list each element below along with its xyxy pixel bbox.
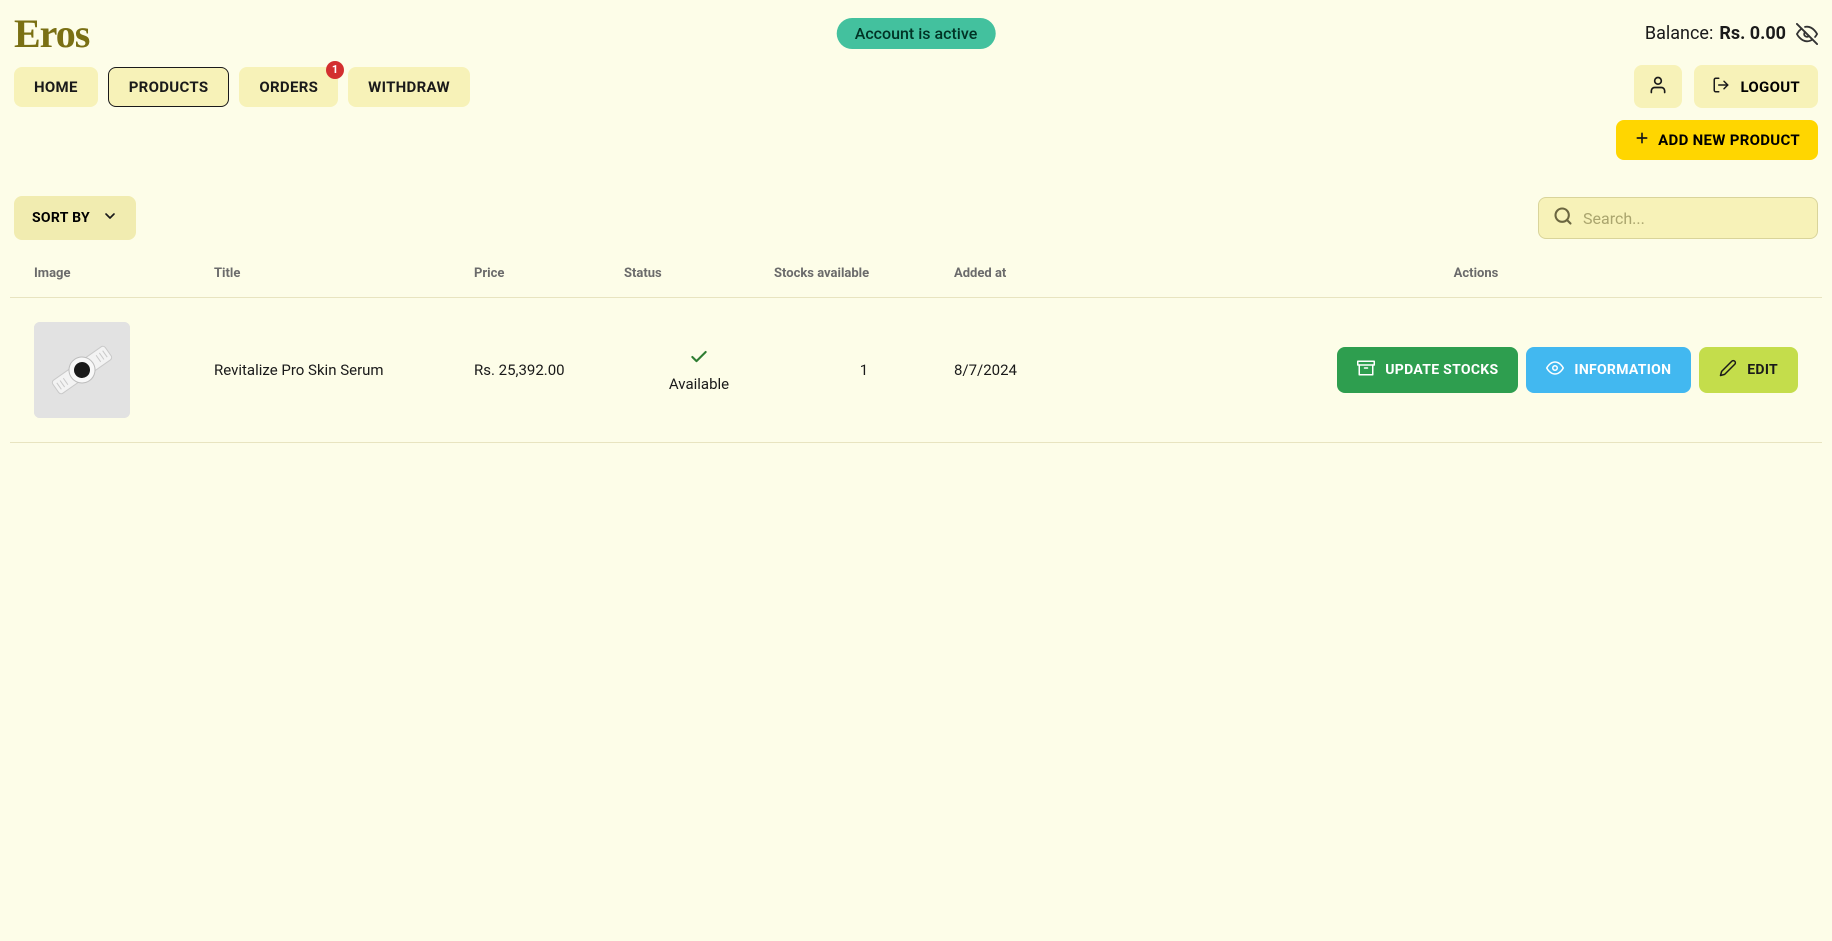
brand-logo: Eros xyxy=(14,10,89,57)
add-new-product-label: ADD NEW PRODUCT xyxy=(1658,131,1800,149)
cell-image xyxy=(34,322,214,418)
controls-row: SORT BY xyxy=(10,196,1822,240)
information-button[interactable]: INFORMATION xyxy=(1526,347,1691,393)
logout-button[interactable]: LOGOUT xyxy=(1694,65,1818,108)
nav-tabs: HOME PRODUCTS ORDERS 1 WITHDRAW xyxy=(14,67,470,107)
th-actions: Actions xyxy=(1154,266,1798,281)
header: Eros Account is active Balance: Rs. 0.00 xyxy=(10,10,1822,57)
update-stocks-button[interactable]: UPDATE STOCKS xyxy=(1337,347,1518,393)
header-actions: LOGOUT xyxy=(1634,65,1818,108)
sort-by-button[interactable]: SORT BY xyxy=(14,196,136,240)
plus-icon xyxy=(1634,130,1650,150)
balance-display: Balance: Rs. 0.00 xyxy=(1645,23,1818,45)
orders-badge: 1 xyxy=(326,61,344,79)
table-header: Image Title Price Status Stocks availabl… xyxy=(10,266,1822,298)
product-thumbnail[interactable] xyxy=(34,322,130,418)
search-input[interactable] xyxy=(1583,209,1803,228)
add-product-row: ADD NEW PRODUCT xyxy=(10,120,1822,160)
cell-status: Available xyxy=(624,347,774,393)
cell-title: Revitalize Pro Skin Serum xyxy=(214,361,474,379)
th-price: Price xyxy=(474,266,624,281)
sort-label: SORT BY xyxy=(32,210,90,226)
eye-off-icon[interactable] xyxy=(1796,23,1818,45)
logout-icon xyxy=(1712,76,1730,98)
tab-orders-label: ORDERS xyxy=(259,78,318,96)
cell-stocks: 1 xyxy=(774,361,954,379)
cell-actions: UPDATE STOCKS INFORMATION EDIT xyxy=(1154,347,1798,393)
user-icon xyxy=(1648,75,1668,98)
th-stocks: Stocks available xyxy=(774,266,954,281)
balance-value: Rs. 0.00 xyxy=(1719,23,1786,44)
cell-added: 8/7/2024 xyxy=(954,361,1154,379)
th-image: Image xyxy=(34,266,214,281)
search-container xyxy=(1538,197,1818,239)
profile-button[interactable] xyxy=(1634,65,1682,108)
chevron-down-icon xyxy=(102,208,118,228)
eye-icon xyxy=(1546,359,1564,381)
top-navigation: HOME PRODUCTS ORDERS 1 WITHDRAW xyxy=(10,65,1822,108)
cell-price: Rs. 25,392.00 xyxy=(474,361,624,379)
th-added: Added at xyxy=(954,266,1154,281)
logout-label: LOGOUT xyxy=(1740,78,1800,96)
edit-button[interactable]: EDIT xyxy=(1699,347,1798,393)
account-status-badge: Account is active xyxy=(837,18,996,49)
tab-orders[interactable]: ORDERS 1 xyxy=(239,67,338,107)
th-status: Status xyxy=(624,266,774,281)
table-row: Revitalize Pro Skin Serum Rs. 25,392.00 … xyxy=(10,298,1822,443)
update-stocks-label: UPDATE STOCKS xyxy=(1385,362,1498,378)
tab-withdraw[interactable]: WITHDRAW xyxy=(348,67,470,107)
search-icon xyxy=(1553,206,1573,230)
information-label: INFORMATION xyxy=(1574,362,1671,378)
check-icon xyxy=(689,347,709,371)
tab-products[interactable]: PRODUCTS xyxy=(108,67,230,107)
th-title: Title xyxy=(214,266,474,281)
tab-home[interactable]: HOME xyxy=(14,67,98,107)
pencil-icon xyxy=(1719,359,1737,381)
balance-label: Balance: xyxy=(1645,23,1713,44)
products-table: Image Title Price Status Stocks availabl… xyxy=(10,266,1822,443)
edit-label: EDIT xyxy=(1747,362,1778,378)
archive-icon xyxy=(1357,359,1375,381)
add-new-product-button[interactable]: ADD NEW PRODUCT xyxy=(1616,120,1818,160)
status-label: Available xyxy=(669,375,729,393)
